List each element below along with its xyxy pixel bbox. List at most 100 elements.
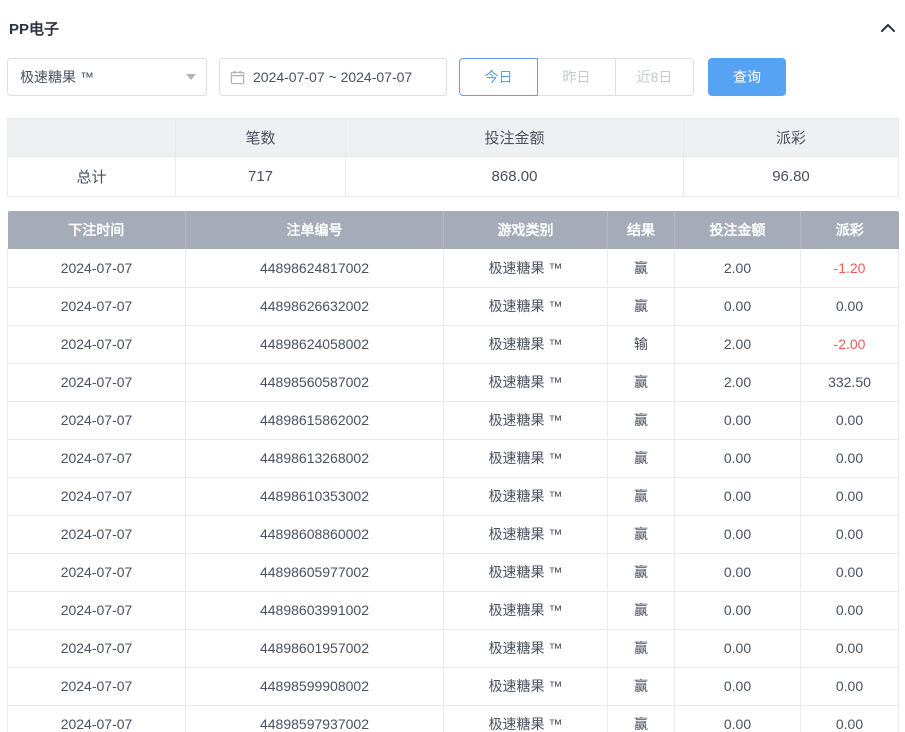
cell-result: 赢 — [608, 553, 675, 591]
cell-date: 2024-07-07 — [8, 363, 186, 401]
cell-payout: 0.00 — [801, 401, 899, 439]
summary-header-payout: 派彩 — [684, 119, 899, 157]
cell-result: 赢 — [608, 515, 675, 553]
table-row: 2024-07-0744898599908002极速糖果 ™赢0.000.00 — [8, 667, 899, 705]
today-button[interactable]: 今日 — [459, 58, 538, 96]
chevron-down-icon — [186, 74, 196, 80]
cell-payout: 0.00 — [801, 705, 899, 732]
cell-date: 2024-07-07 — [8, 553, 186, 591]
cell-game: 极速糖果 ™ — [444, 477, 608, 515]
cell-order-id: 44898599908002 — [186, 667, 444, 705]
chevron-up-icon — [880, 20, 896, 36]
cell-order-id: 44898626632002 — [186, 287, 444, 325]
cell-game: 极速糖果 ™ — [444, 401, 608, 439]
game-select-value: 极速糖果 ™ — [20, 67, 94, 87]
cell-order-id: 44898560587002 — [186, 363, 444, 401]
cell-order-id: 44898624058002 — [186, 325, 444, 363]
cell-result: 赢 — [608, 705, 675, 732]
cell-bet: 0.00 — [675, 705, 801, 732]
cell-payout: 0.00 — [801, 667, 899, 705]
table-row: 2024-07-0744898610353002极速糖果 ™赢0.000.00 — [8, 477, 899, 515]
cell-order-id: 44898608860002 — [186, 515, 444, 553]
table-row: 2024-07-0744898597937002极速糖果 ™赢0.000.00 — [8, 705, 899, 732]
summary-total-label: 总计 — [8, 157, 176, 197]
cell-payout: 332.50 — [801, 363, 899, 401]
table-row: 2024-07-0744898608860002极速糖果 ™赢0.000.00 — [8, 515, 899, 553]
header-payout: 派彩 — [801, 211, 899, 249]
cell-game: 极速糖果 ™ — [444, 363, 608, 401]
cell-game: 极速糖果 ™ — [444, 325, 608, 363]
table-row: 2024-07-0744898601957002极速糖果 ™赢0.000.00 — [8, 629, 899, 667]
table-row: 2024-07-0744898624058002极速糖果 ™输2.00-2.00 — [8, 325, 899, 363]
cell-bet: 0.00 — [675, 401, 801, 439]
cell-payout: -1.20 — [801, 249, 899, 287]
cell-payout: 0.00 — [801, 553, 899, 591]
header-order-id: 注单编号 — [186, 211, 444, 249]
collapse-button[interactable] — [880, 20, 896, 36]
summary-count-value: 717 — [176, 157, 346, 197]
header-result: 结果 — [608, 211, 675, 249]
table-row: 2024-07-0744898605977002极速糖果 ™赢0.000.00 — [8, 553, 899, 591]
calendar-icon — [230, 70, 245, 85]
cell-date: 2024-07-07 — [8, 629, 186, 667]
cell-order-id: 44898610353002 — [186, 477, 444, 515]
cell-bet: 2.00 — [675, 325, 801, 363]
summary-table: 笔数 投注金额 派彩 总计 717 868.00 96.80 — [7, 118, 899, 197]
table-row: 2024-07-0744898615862002极速糖果 ™赢0.000.00 — [8, 401, 899, 439]
cell-game: 极速糖果 ™ — [444, 287, 608, 325]
bet-table-body: 2024-07-0744898624817002极速糖果 ™赢2.00-1.20… — [8, 249, 899, 732]
summary-payout-value: 96.80 — [684, 157, 899, 197]
cell-bet: 0.00 — [675, 667, 801, 705]
cell-result: 赢 — [608, 667, 675, 705]
table-row: 2024-07-0744898624817002极速糖果 ™赢2.00-1.20 — [8, 249, 899, 287]
header-bet-time: 下注时间 — [8, 211, 186, 249]
filter-bar: 极速糖果 ™ 2024-07-07 ~ 2024-07-07 今日 昨日 近8日… — [7, 58, 898, 96]
cell-date: 2024-07-07 — [8, 287, 186, 325]
cell-result: 赢 — [608, 591, 675, 629]
report-panel: PP电子 极速糖果 ™ 2024-07-07 ~ 2024-07-07 今日 昨… — [0, 0, 905, 732]
cell-payout: -2.00 — [801, 325, 899, 363]
cell-order-id: 44898613268002 — [186, 439, 444, 477]
cell-result: 赢 — [608, 287, 675, 325]
cell-payout: 0.00 — [801, 439, 899, 477]
cell-bet: 0.00 — [675, 629, 801, 667]
cell-order-id: 44898597937002 — [186, 705, 444, 732]
panel-header: PP电子 — [7, 0, 898, 40]
cell-bet: 0.00 — [675, 515, 801, 553]
table-row: 2024-07-0744898613268002极速糖果 ™赢0.000.00 — [8, 439, 899, 477]
cell-bet: 2.00 — [675, 363, 801, 401]
bet-table: 下注时间 注单编号 游戏类别 结果 投注金额 派彩 2024-07-074489… — [7, 211, 899, 732]
cell-date: 2024-07-07 — [8, 477, 186, 515]
cell-bet: 0.00 — [675, 591, 801, 629]
table-row: 2024-07-0744898560587002极速糖果 ™赢2.00332.5… — [8, 363, 899, 401]
summary-row: 总计 717 868.00 96.80 — [8, 157, 899, 197]
cell-game: 极速糖果 ™ — [444, 591, 608, 629]
quick-date-group: 今日 昨日 近8日 — [459, 58, 694, 96]
summary-header-count: 笔数 — [176, 119, 346, 157]
cell-date: 2024-07-07 — [8, 515, 186, 553]
search-button[interactable]: 查询 — [708, 58, 786, 96]
date-range-input[interactable]: 2024-07-07 ~ 2024-07-07 — [219, 58, 447, 96]
header-bet-amount: 投注金额 — [675, 211, 801, 249]
cell-game: 极速糖果 ™ — [444, 629, 608, 667]
cell-bet: 0.00 — [675, 287, 801, 325]
last-8-days-button[interactable]: 近8日 — [615, 58, 694, 96]
cell-result: 赢 — [608, 477, 675, 515]
cell-order-id: 44898605977002 — [186, 553, 444, 591]
cell-order-id: 44898624817002 — [186, 249, 444, 287]
cell-game: 极速糖果 ™ — [444, 667, 608, 705]
cell-date: 2024-07-07 — [8, 249, 186, 287]
cell-game: 极速糖果 ™ — [444, 553, 608, 591]
cell-date: 2024-07-07 — [8, 439, 186, 477]
table-row: 2024-07-0744898603991002极速糖果 ™赢0.000.00 — [8, 591, 899, 629]
cell-game: 极速糖果 ™ — [444, 705, 608, 732]
cell-date: 2024-07-07 — [8, 667, 186, 705]
cell-order-id: 44898615862002 — [186, 401, 444, 439]
yesterday-button[interactable]: 昨日 — [537, 58, 616, 96]
cell-result: 赢 — [608, 363, 675, 401]
cell-game: 极速糖果 ™ — [444, 439, 608, 477]
cell-payout: 0.00 — [801, 515, 899, 553]
cell-payout: 0.00 — [801, 477, 899, 515]
game-select[interactable]: 极速糖果 ™ — [7, 58, 207, 96]
cell-bet: 0.00 — [675, 477, 801, 515]
